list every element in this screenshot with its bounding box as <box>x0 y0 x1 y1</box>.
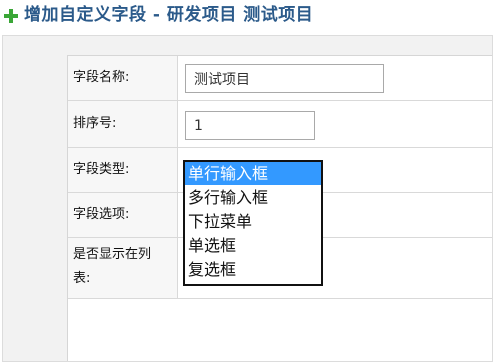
plus-icon <box>4 9 18 23</box>
show-in-list-label-line1: 是否显示在列 <box>73 247 152 262</box>
option-multi-line[interactable]: 多行输入框 <box>185 186 321 209</box>
option-dropdown-menu[interactable]: 下拉菜单 <box>185 210 321 233</box>
page-header: 增加自定义字段 - 研发项目 测试项目 <box>0 0 493 30</box>
order-label: 排序号: <box>73 116 117 131</box>
row-order: 排序号: <box>68 101 492 148</box>
show-in-list-label-line2: 表: <box>73 271 91 286</box>
option-checkbox[interactable]: 复选框 <box>185 258 321 281</box>
field-type-label: 字段类型: <box>73 162 130 177</box>
field-type-dropdown[interactable]: 单行输入框 多行输入框 下拉菜单 单选框 复选框 <box>183 160 323 286</box>
field-name-input[interactable] <box>185 64 384 93</box>
order-input[interactable] <box>185 111 315 140</box>
option-single-line[interactable]: 单行输入框 <box>185 162 321 185</box>
option-radio[interactable]: 单选框 <box>185 234 321 257</box>
field-name-label: 字段名称: <box>73 70 130 85</box>
row-field-name: 字段名称: <box>68 56 492 101</box>
page-title: 增加自定义字段 - 研发项目 测试项目 <box>24 5 314 25</box>
field-options-label: 字段选项: <box>73 207 130 222</box>
